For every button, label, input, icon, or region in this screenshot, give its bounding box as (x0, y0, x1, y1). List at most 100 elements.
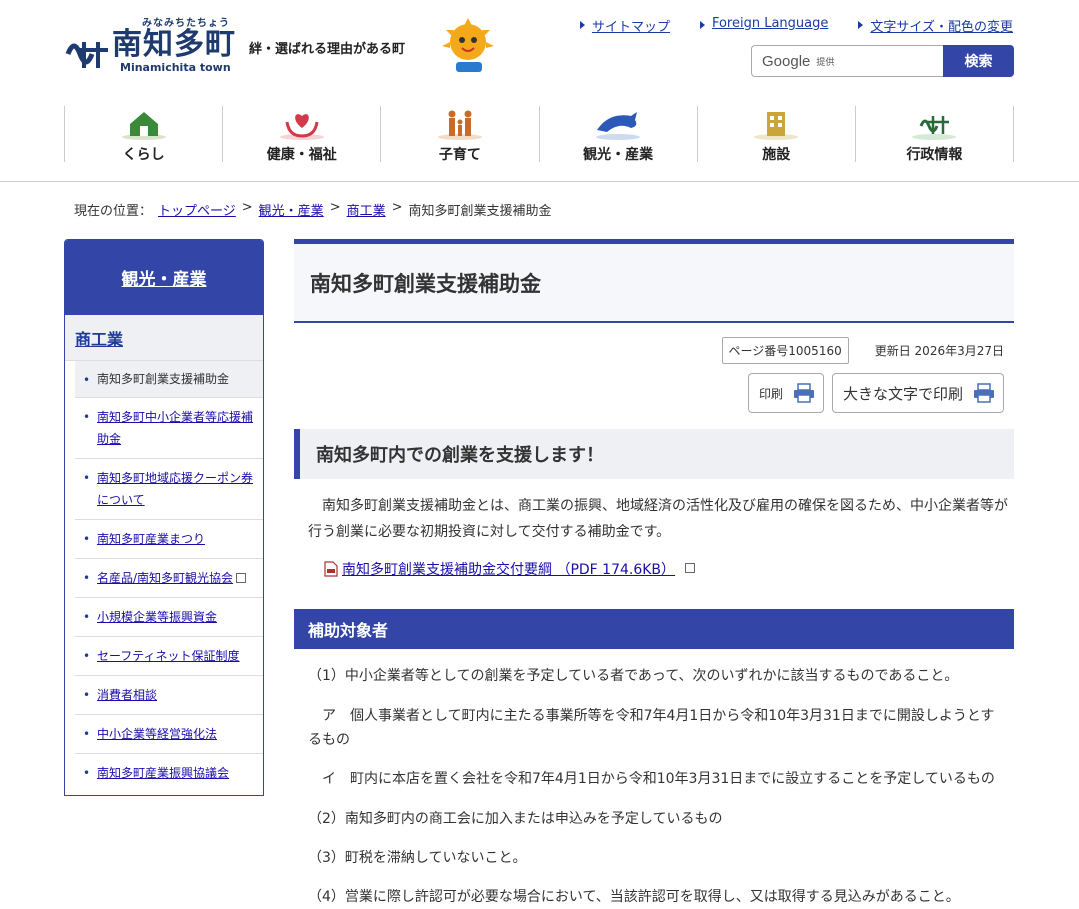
site-logo[interactable]: みなみちたちょう 南知多町 Minamichita town (64, 14, 236, 74)
main-content: 南知多町創業支援補助金 ページ番号1005160 更新日 2026年3月27日 … (294, 239, 1014, 905)
updated-date: 更新日 2026年3月27日 (874, 344, 1004, 358)
sidebar-subheading-link[interactable]: 商工業 (75, 326, 123, 350)
page-title: 南知多町創業支援補助金 (310, 271, 541, 296)
nav-kurashi[interactable]: くらし (64, 106, 222, 163)
sidebar-item-link[interactable]: 名産品/南知多町観光協会 (97, 571, 233, 585)
breadcrumb-tourism[interactable]: 観光・産業 (259, 200, 324, 219)
section-heading: 南知多町内での創業を支援します！ (294, 429, 1014, 479)
sidebar-item-link[interactable]: 小規模企業等振興資金 (97, 610, 217, 624)
eligibility-item: （4）営業に際し許認可が必要な場合において、当該許認可を取得し、又は取得する見込… (308, 889, 960, 905)
sidebar-item: セーフティネット保証制度 (75, 637, 263, 676)
logo-roman: Minamichita town (120, 61, 231, 74)
breadcrumb-prefix: 現在の位置： (74, 204, 153, 219)
breadcrumb-sep: > (329, 200, 341, 215)
subsection-heading: 補助対象者 (294, 609, 1014, 649)
sidebar-heading: 観光・産業 (65, 240, 263, 315)
sidebar-item: 南知多町産業振興協議会 (75, 754, 263, 792)
breadcrumb-sep: > (391, 200, 403, 215)
google-provided-label: 提供 (816, 57, 835, 68)
header-divider (0, 181, 1079, 182)
page-meta: ページ番号1005160 更新日 2026年3月27日 (721, 337, 1004, 364)
intro-paragraph: 南知多町創業支援補助金とは、商工業の振興、地域経済の活性化及び雇用の確保を図るた… (308, 498, 1008, 540)
foreign-language-link[interactable]: Foreign Language (699, 16, 828, 35)
sidebar-item: 名産品/南知多町観光協会 (75, 559, 263, 598)
section-heading-text: 南知多町内での創業を支援します！ (316, 445, 604, 466)
new-window-icon (685, 563, 696, 573)
sidebar-item-link[interactable]: 南知多町産業まつり (97, 532, 205, 546)
sidebar-item: 南知多町産業まつり (75, 520, 263, 559)
sidebar-item-link[interactable]: 南知多町産業振興協議会 (97, 766, 229, 780)
breadcrumb-sep: > (241, 200, 253, 215)
page-title-box: 南知多町創業支援補助金 (294, 239, 1014, 323)
mascot-icon (442, 18, 494, 72)
nav-label: 健康・福祉 (266, 147, 337, 163)
eligibility-item: （1）中小企業者等としての創業を予定している者であって、次のいずれかに該当するも… (308, 668, 959, 684)
pdf-link-row: 南知多町創業支援補助金交付要綱 （PDF 174.6KB） (324, 559, 696, 579)
sidebar-item-link[interactable]: 中小企業等経営強化法 (97, 727, 217, 741)
sidebar-subheading: 商工業 (65, 315, 263, 361)
search-button[interactable]: 検索 (943, 45, 1014, 77)
print-buttons: 印刷 大きな文字で印刷 (747, 373, 1004, 413)
sidebar: 観光・産業 商工業 南知多町創業支援補助金 南知多町中小企業者等応援補助金 南知… (64, 239, 264, 796)
sidebar-item-link[interactable]: 南知多町中小企業者等応援補助金 (97, 410, 253, 446)
town-emblem-icon (912, 116, 957, 140)
sidebar-item: 消費者相談 (75, 676, 263, 715)
sidebar-item-current: 南知多町創業支援補助金 (75, 361, 263, 398)
breadcrumb-commerce[interactable]: 商工業 (347, 200, 386, 219)
nav-facilities[interactable]: 施設 (696, 106, 855, 163)
search-input[interactable]: Google 提供 (751, 45, 943, 77)
sitemap-link[interactable]: サイトマップ (579, 16, 670, 35)
dolphin-icon (596, 112, 641, 140)
sidebar-item: 中小企業等経営強化法 (75, 715, 263, 754)
nav-label: 観光・産業 (583, 147, 654, 163)
sidebar-list: 南知多町創業支援補助金 南知多町中小企業者等応援補助金 南知多町地域応援クーポン… (75, 361, 263, 792)
sidebar-item-link[interactable]: セーフティネット保証制度 (97, 649, 240, 663)
eligibility-item: ア 個人事業者として町内に主たる事業所等を令和7年4月1日から令和10年3月31… (308, 708, 995, 748)
town-emblem-icon (65, 42, 108, 68)
sidebar-item: 南知多町中小企業者等応援補助金 (75, 398, 263, 459)
print-button[interactable]: 印刷 (747, 373, 824, 413)
family-icon (437, 110, 482, 140)
heart-hands-icon (279, 114, 324, 140)
building-icon (754, 112, 799, 140)
sidebar-item-label: 南知多町創業支援補助金 (97, 372, 230, 386)
page-number: ページ番号1005160 (721, 337, 849, 364)
nav-label: くらし (122, 147, 165, 163)
subsection-heading-text: 補助対象者 (308, 621, 389, 640)
pdf-icon (324, 561, 338, 577)
nav-health-welfare[interactable]: 健康・福祉 (222, 106, 380, 163)
print-large-label: 大きな文字で印刷 (842, 384, 963, 403)
global-nav: くらし 健康・福祉 子育て 観光・産業 施設 行政情報 (64, 106, 1015, 163)
breadcrumb: 現在の位置： トップページ > 観光・産業 > 商工業 > 南知多町創業支援補助… (74, 200, 552, 219)
nav-label: 施設 (762, 147, 791, 163)
printer-icon (793, 383, 814, 403)
sidebar-heading-link[interactable]: 観光・産業 (122, 265, 207, 290)
breadcrumb-top[interactable]: トップページ (158, 200, 236, 219)
site-header: みなみちたちょう 南知多町 Minamichita town 絆・選ばれる理由が… (0, 0, 1079, 163)
house-icon (121, 112, 166, 140)
nav-tourism-industry[interactable]: 観光・産業 (538, 106, 697, 163)
nav-label: 子育て (438, 147, 481, 163)
nav-administration[interactable]: 行政情報 (854, 106, 1015, 163)
sidebar-item-link[interactable]: 消費者相談 (97, 688, 157, 702)
sidebar-item-link[interactable]: 南知多町地域応援クーポン券について (97, 471, 253, 507)
sidebar-item: 南知多町地域応援クーポン券について (75, 459, 263, 520)
print-label: 印刷 (758, 386, 783, 401)
nav-child-rearing[interactable]: 子育て (380, 106, 538, 163)
external-link-icon (236, 572, 247, 583)
printer-icon (974, 383, 994, 403)
pdf-link[interactable]: 南知多町創業支援補助金交付要綱 （PDF 174.6KB） (342, 559, 675, 579)
eligibility-item: （3）町税を滞納していないこと。 (308, 850, 527, 866)
eligibility-item: イ 町内に本店を置く会社を令和7年4月1日から令和10年3月31日までに設立する… (308, 771, 995, 787)
logo-name: 南知多町 (112, 27, 236, 62)
eligibility-item: （2）南知多町内の商工会に加入または申込みを予定しているもの (308, 811, 723, 827)
sidebar-item: 小規模企業等振興資金 (75, 598, 263, 637)
breadcrumb-current: 南知多町創業支援補助金 (408, 204, 552, 219)
tagline: 絆・選ばれる理由がある町 (249, 42, 406, 57)
font-size-color-link[interactable]: 文字サイズ・配色の変更 (858, 16, 1013, 35)
top-links: サイトマップ Foreign Language 文字サイズ・配色の変更 (579, 16, 1013, 35)
google-logo: Google (762, 52, 811, 70)
nav-label: 行政情報 (906, 147, 963, 163)
print-large-button[interactable]: 大きな文字で印刷 (831, 373, 1004, 413)
site-search: Google 提供 検索 (751, 45, 1014, 77)
